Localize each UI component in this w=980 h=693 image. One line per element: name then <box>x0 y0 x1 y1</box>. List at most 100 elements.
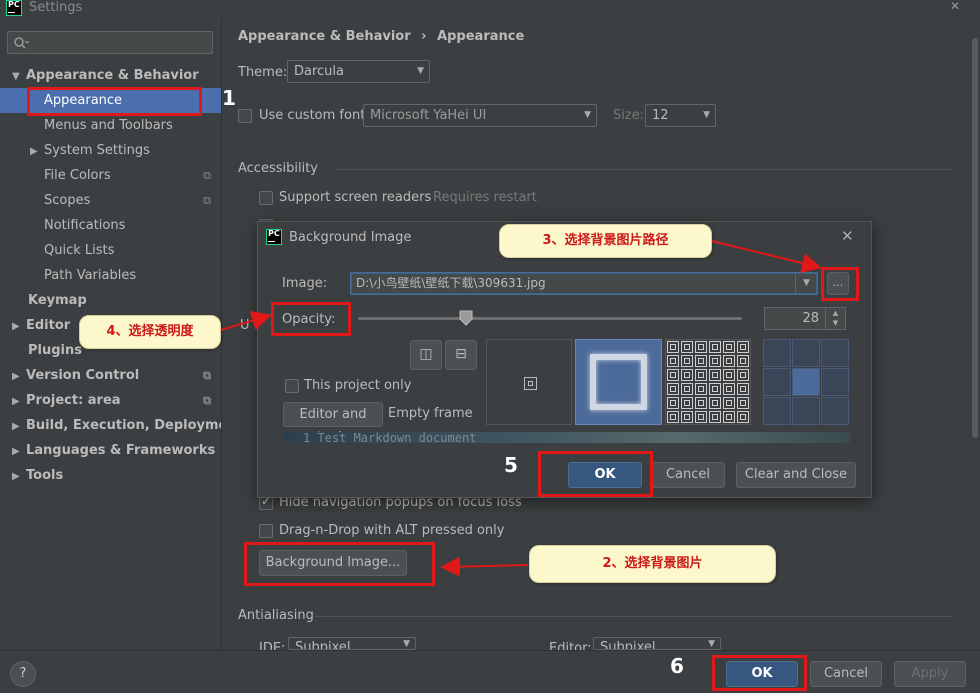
project-scope-icon: ⧉ <box>203 369 211 382</box>
tile-cell <box>723 383 735 395</box>
project-scope-icon: ⧉ <box>203 394 211 407</box>
dialog-cancel-button[interactable]: Cancel <box>651 462 725 488</box>
spinner-arrows-icon[interactable]: ▲ ▼ <box>825 308 845 329</box>
scrollbar-thumb[interactable] <box>972 38 978 438</box>
tile-cell <box>709 397 721 409</box>
this-project-only-label: This project only <box>304 378 412 393</box>
opacity-slider-thumb[interactable] <box>459 310 473 326</box>
title-bar: PC Settings ✕ <box>0 0 980 18</box>
breadcrumb: Appearance & Behavior › Appearance <box>238 29 525 44</box>
target-editor-tools-button[interactable]: Editor and tools <box>283 402 383 445</box>
dialog-close-icon[interactable]: ✕ <box>841 227 854 245</box>
anchor-cell[interactable] <box>792 339 820 367</box>
sidebar-item-menus-toolbars[interactable]: Menus and Toolbars <box>0 113 221 138</box>
anchor-cell[interactable] <box>763 368 791 396</box>
tile-cell <box>737 341 749 353</box>
sidebar-item-version-control[interactable]: ▶ Version Control ⧉ <box>0 363 221 388</box>
tile-cell <box>667 341 679 353</box>
ide-antialiasing-select[interactable]: Subpixel ▼ <box>288 637 416 650</box>
anchor-cell[interactable] <box>821 368 849 396</box>
sidebar-item-keymap[interactable]: Keymap <box>0 288 221 313</box>
font-size-select[interactable]: 12 ▼ <box>645 104 716 127</box>
pycharm-logo-icon: PC <box>266 229 282 245</box>
tile-cell <box>667 397 679 409</box>
project-scope-icon: ⧉ <box>203 169 211 182</box>
settings-search-input[interactable] <box>7 31 213 54</box>
tile-cell <box>709 411 721 423</box>
fill-mode-tile[interactable] <box>665 339 751 425</box>
annotation-callout-4: 4、选择透明度 <box>79 315 221 349</box>
anchor-position-grid[interactable] <box>763 339 849 425</box>
project-scope-icon: ⧉ <box>203 194 211 207</box>
sidebar-item-file-colors[interactable]: File Colors ⧉ <box>0 163 221 188</box>
sidebar-item-scopes[interactable]: Scopes ⧉ <box>0 188 221 213</box>
flip-vertical-icon[interactable]: ⊟ <box>445 340 477 370</box>
annotation-callout-3: 3、选择背景图片路径 <box>499 224 712 258</box>
sidebar-item-system-settings[interactable]: ▶ System Settings <box>0 138 221 163</box>
sidebar-item-tools[interactable]: ▶ Tools <box>0 463 221 488</box>
sidebar-item-path-variables[interactable]: Path Variables <box>0 263 221 288</box>
tile-cell <box>709 383 721 395</box>
tile-cell <box>737 369 749 381</box>
sidebar-item-appearance-behavior[interactable]: ▼ Appearance & Behavior <box>0 63 221 88</box>
opacity-slider-track[interactable] <box>358 317 742 320</box>
sidebar-item-notifications[interactable]: Notifications <box>0 213 221 238</box>
editor-preview: 1 Test Markdown document <box>283 432 850 443</box>
theme-select[interactable]: Darcula ▼ <box>287 60 430 83</box>
sidebar-item-quick-lists[interactable]: Quick Lists <box>0 238 221 263</box>
annotation-box-settings-ok <box>712 655 807 691</box>
sidebar-item-build-execution[interactable]: ▶ Build, Execution, Deployment <box>0 413 243 438</box>
settings-apply-button[interactable]: Apply <box>894 661 966 687</box>
window-close-icon[interactable]: ✕ <box>950 0 960 13</box>
fill-mode-center[interactable] <box>486 339 572 425</box>
screen-readers-checkbox[interactable] <box>259 191 273 205</box>
clear-and-close-button[interactable]: Clear and Close <box>736 462 856 488</box>
settings-cancel-button[interactable]: Cancel <box>810 661 882 687</box>
expanded-arrow-icon: ▼ <box>12 71 20 82</box>
chevron-down-icon: ▼ <box>703 110 710 120</box>
tile-cell <box>723 355 735 367</box>
tile-cell <box>695 341 707 353</box>
this-project-only-checkbox[interactable] <box>285 379 299 393</box>
chevron-down-icon: ▼ <box>584 110 591 120</box>
flip-horizontal-icon[interactable]: ◫ <box>410 340 442 370</box>
annotation-number-6: 6 <box>670 654 684 678</box>
section-divider <box>335 169 952 170</box>
collapsed-arrow-icon: ▶ <box>30 146 38 157</box>
annotation-number-5: 5 <box>504 453 518 477</box>
anchor-cell[interactable] <box>792 368 820 396</box>
tile-cell <box>723 369 735 381</box>
fill-mode-stretch-selected[interactable] <box>575 339 662 425</box>
opacity-spinner[interactable]: 28 ▲ ▼ <box>764 307 846 330</box>
help-button[interactable]: ? <box>10 661 36 687</box>
anchor-cell[interactable] <box>821 339 849 367</box>
theme-label: Theme: <box>238 65 288 80</box>
stretch-square-icon <box>590 354 647 410</box>
tile-cell <box>709 341 721 353</box>
window-title: Settings <box>29 0 83 15</box>
image-path-input[interactable]: D:\小鸟壁纸\壁纸下载\309631.jpg ▼ <box>350 272 818 295</box>
drag-drop-alt-label: Drag-n-Drop with ALT pressed only <box>279 523 505 538</box>
size-label: Size: <box>613 108 645 123</box>
tile-cell <box>667 355 679 367</box>
collapsed-arrow-icon: ▶ <box>12 371 20 382</box>
editor-antialiasing-select[interactable]: Subpixel ▼ <box>593 637 721 650</box>
sidebar-item-project-area[interactable]: ▶ Project: area ⧉ <box>0 388 221 413</box>
sidebar-item-languages-frameworks[interactable]: ▶ Languages & Frameworks <box>0 438 221 463</box>
collapsed-arrow-icon: ▶ <box>12 471 20 482</box>
dialog-title: Background Image <box>289 230 412 245</box>
font-select[interactable]: Microsoft YaHei UI ▼ <box>363 104 597 127</box>
custom-font-checkbox[interactable] <box>238 109 252 123</box>
target-empty-frame-button[interactable]: Empty frame <box>388 406 473 421</box>
chevron-down-icon[interactable]: ▼ <box>795 273 817 294</box>
anchor-cell[interactable] <box>763 339 791 367</box>
hide-navigation-checkbox[interactable] <box>259 494 273 510</box>
anchor-cell[interactable] <box>821 397 849 425</box>
tile-cell <box>737 397 749 409</box>
anchor-cell[interactable] <box>792 397 820 425</box>
tile-cell <box>695 397 707 409</box>
tile-cell <box>709 369 721 381</box>
anchor-cell[interactable] <box>763 397 791 425</box>
drag-drop-alt-checkbox[interactable] <box>259 524 273 538</box>
annotation-box-opacity <box>271 302 351 336</box>
